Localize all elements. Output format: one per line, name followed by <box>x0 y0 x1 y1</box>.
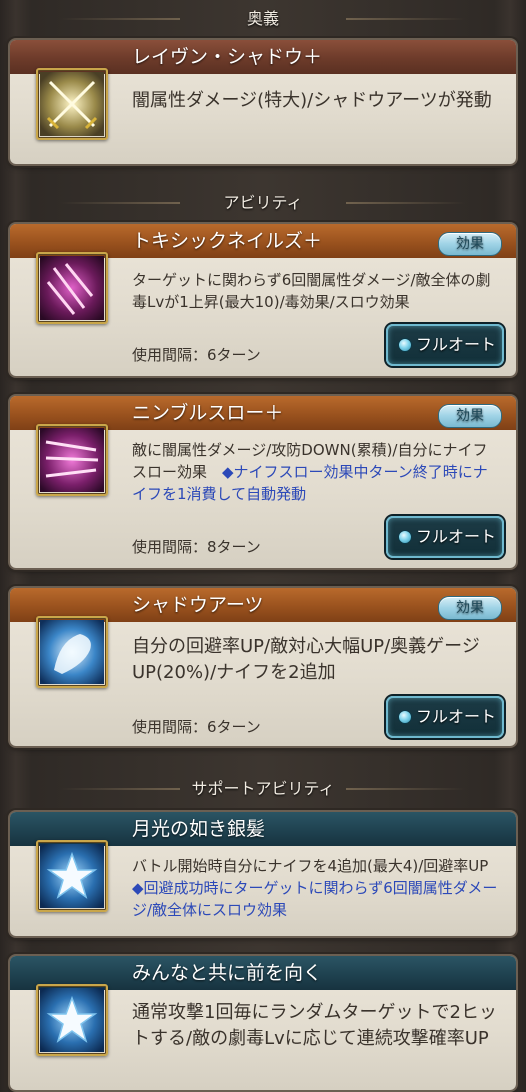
section-header-ability: アビリティ <box>0 188 526 218</box>
ougi-card: レイヴン・シャドウ＋ 闇属性ダメージ(特大)/シャドウアーツが発動 <box>10 40 516 164</box>
support-description-note: ◆回避成功時にターゲットに関わらず6回闇属性ダメージ/敵全体にスロウ効果 <box>132 878 498 919</box>
shadow-arts-icon <box>36 616 108 688</box>
ability-interval: 使用間隔：6ターン <box>132 346 261 364</box>
effect-button[interactable]: 効果 <box>438 232 502 256</box>
support-name: みんなと共に前を向く <box>132 962 323 984</box>
effect-button[interactable]: 効果 <box>438 596 502 620</box>
full-auto-label: フルオート <box>416 707 497 726</box>
ability-description: 自分の回避率UP/敵対心大幅UP/奥義ゲージUP(20%)/ナイフを2追加 <box>132 636 480 684</box>
ability-card: トキシックネイルズ＋ 効果 ターゲットに関わらず6回闇属性ダメージ/敵全体の劇毒… <box>10 224 516 376</box>
section-header-ougi: 奥義 <box>0 4 526 34</box>
full-auto-label: フルオート <box>416 527 497 546</box>
support-description: バトル開始時自分にナイフを4追加(最大4)/回避率UP ◆回避成功時にターゲット… <box>132 856 502 921</box>
nimble-throw-icon <box>36 424 108 496</box>
section-header-support: サポートアビリティ <box>0 774 526 804</box>
support-name: 月光の如き銀髪 <box>132 818 266 840</box>
ability-name: トキシックネイルズ＋ <box>132 230 323 252</box>
effect-button[interactable]: 効果 <box>438 404 502 428</box>
full-auto-button[interactable]: フルオート <box>386 516 504 558</box>
support-card: みんなと共に前を向く 通常攻撃1回毎にランダムターゲットで2ヒットする/敵の劇毒… <box>10 956 516 1090</box>
star-icon <box>36 840 108 912</box>
full-auto-button[interactable]: フルオート <box>386 324 504 366</box>
support-card: 月光の如き銀髪 バトル開始時自分にナイフを4追加(最大4)/回避率UP ◆回避成… <box>10 812 516 936</box>
support-description-text: バトル開始時自分にナイフを4追加(最大4)/回避率UP <box>132 857 504 875</box>
ougi-description: 闇属性ダメージ(特大)/シャドウアーツが発動 <box>132 90 492 111</box>
toxic-nails-icon <box>36 252 108 324</box>
ougi-name: レイヴン・シャドウ＋ <box>132 46 323 68</box>
full-auto-button[interactable]: フルオート <box>386 696 504 738</box>
support-description: 通常攻撃1回毎にランダムターゲットで2ヒットする/敵の劇毒Lvに応じて連続攻撃確… <box>132 1002 497 1050</box>
ability-card: ニンブルスロー＋ 効果 敵に闇属性ダメージ/攻防DOWN(累積)/自分にナイフス… <box>10 396 516 568</box>
ability-description: ターゲットに関わらず6回闇属性ダメージ/敵全体の劇毒Lvが1上昇(最大10)/毒… <box>132 271 491 311</box>
ability-description: 敵に闇属性ダメージ/攻防DOWN(累積)/自分にナイフスロー効果 ◆ナイフスロー… <box>132 440 502 505</box>
auto-dot-icon <box>398 530 412 544</box>
star-icon <box>36 984 108 1056</box>
full-auto-label: フルオート <box>416 335 497 354</box>
ability-card: シャドウアーツ 効果 自分の回避率UP/敵対心大幅UP/奥義ゲージUP(20%)… <box>10 588 516 746</box>
ability-name: ニンブルスロー＋ <box>132 402 284 424</box>
ability-interval: 使用間隔：8ターン <box>132 538 261 556</box>
auto-dot-icon <box>398 338 412 352</box>
crossed-swords-icon <box>36 68 108 140</box>
ability-name: シャドウアーツ <box>132 594 264 616</box>
auto-dot-icon <box>398 710 412 724</box>
ability-interval: 使用間隔：6ターン <box>132 718 261 736</box>
